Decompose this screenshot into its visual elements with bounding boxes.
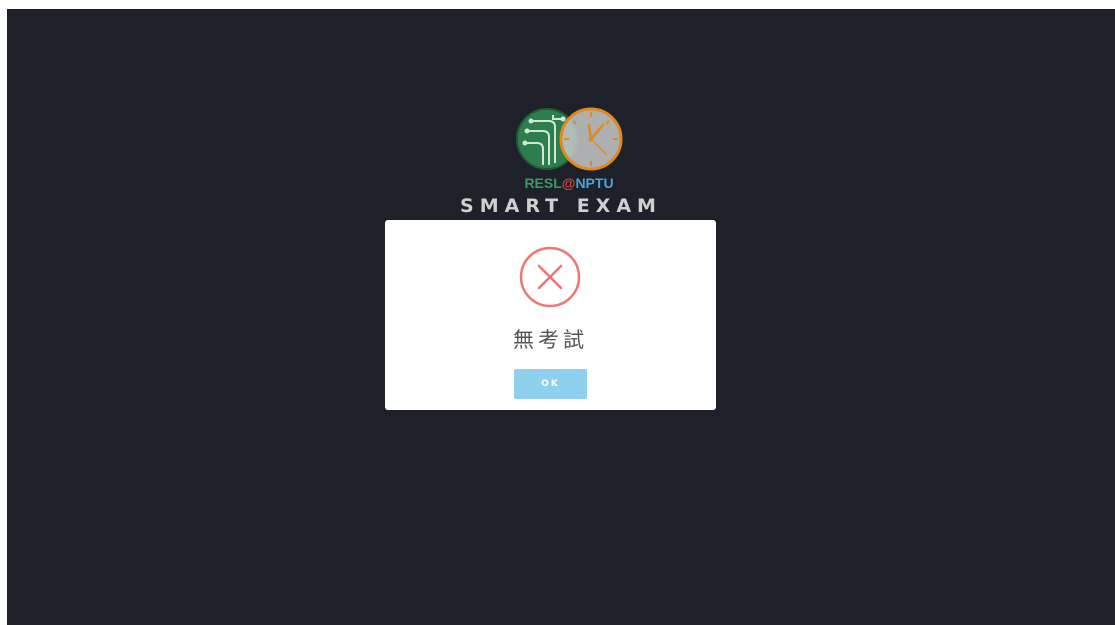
app-title: SMART EXAM — [460, 195, 662, 217]
logo-text-at: @ — [562, 175, 576, 191]
dialog-message: 無考試 — [513, 328, 588, 352]
logo-text-resl: RESL — [524, 175, 562, 191]
app-background: RESL@NPTU SMART EXAM 無考試 OK — [7, 9, 1115, 625]
resl-nptu-logo: RESL@NPTU — [516, 107, 623, 191]
svg-text:RESL@NPTU: RESL@NPTU — [524, 175, 613, 191]
brand-logo: RESL@NPTU — [509, 101, 629, 197]
logo-text-nptu: NPTU — [575, 175, 613, 191]
error-x-circle-icon — [519, 246, 581, 308]
ok-button[interactable]: OK — [514, 369, 587, 399]
error-dialog: 無考試 OK — [385, 220, 716, 410]
